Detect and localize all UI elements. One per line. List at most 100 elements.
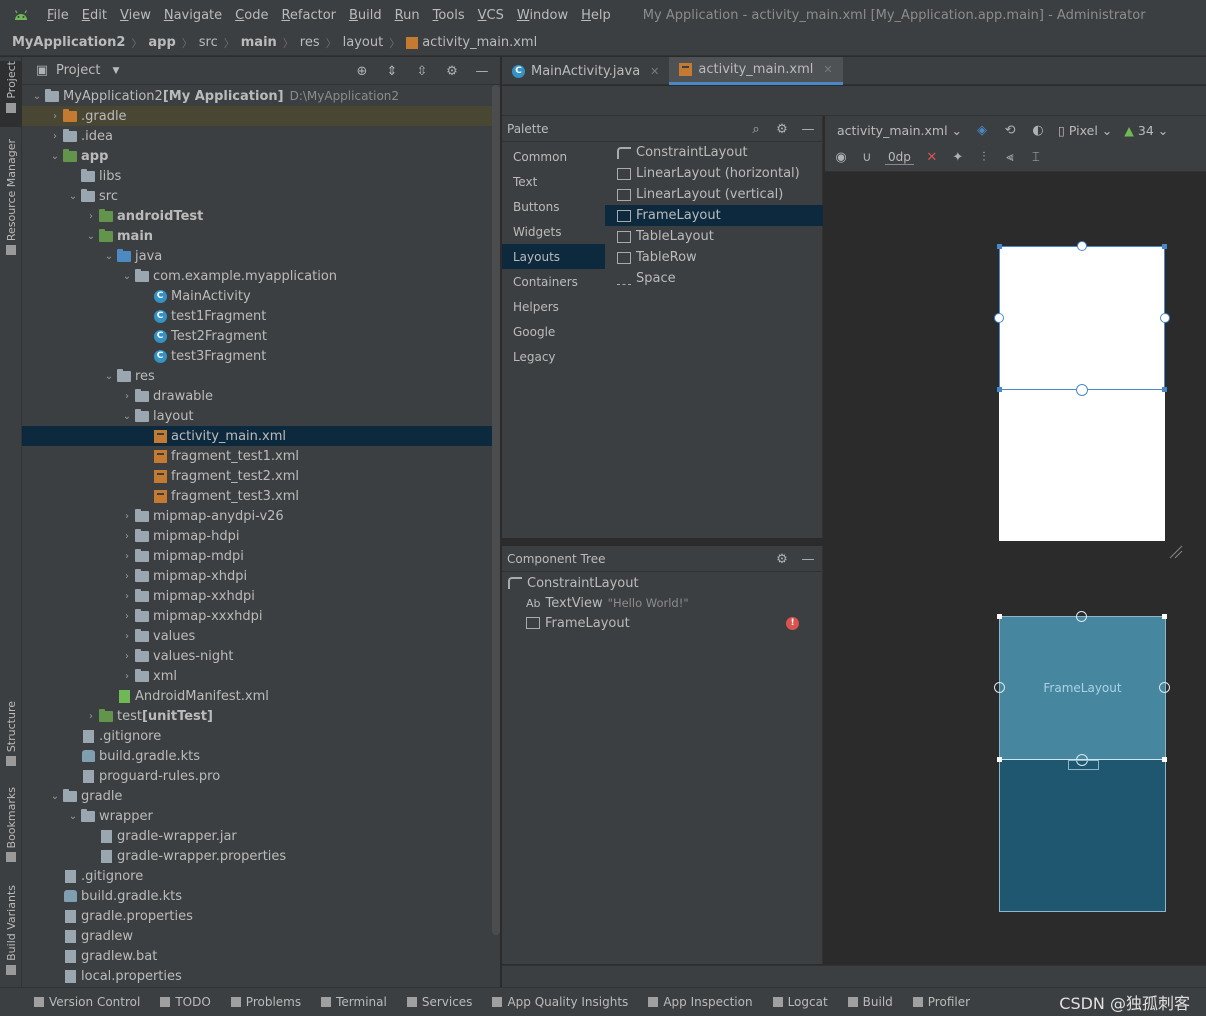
gear-icon[interactable]: ⚙ (444, 63, 460, 79)
tree-item[interactable]: ⌄ layout (22, 406, 492, 426)
tree-item[interactable]: ⌄ src (22, 186, 492, 206)
tree-item[interactable]: Ctest3Fragment (22, 346, 492, 366)
close-icon[interactable]: ✕ (823, 63, 832, 76)
tool-window-services[interactable]: Services (406, 995, 472, 1009)
blueprint-handle-right[interactable] (1159, 682, 1170, 693)
tree-item[interactable]: › mipmap-anydpi-v26 (22, 506, 492, 526)
tree-item[interactable]: › values-night (22, 646, 492, 666)
menu-item[interactable]: Window (510, 8, 574, 23)
editor-tab[interactable]: C MainActivity.java ✕ (502, 57, 669, 85)
guidelines-icon[interactable]: ⌶ (1028, 150, 1044, 166)
clear-constraints-icon[interactable]: ✕ (924, 150, 940, 166)
palette-category[interactable]: Helpers (502, 294, 605, 319)
tree-item[interactable]: gradle.properties (22, 906, 492, 926)
chevron-down-icon[interactable]: ⌄ (120, 411, 134, 422)
build-variants-tool-tab[interactable]: Build Variants (0, 885, 22, 977)
constraint-handle-right[interactable] (1160, 313, 1170, 323)
palette-category[interactable]: Legacy (502, 344, 605, 369)
palette-category[interactable]: Containers (502, 269, 605, 294)
error-icon[interactable]: ! (786, 616, 799, 630)
tree-item[interactable]: ⌄ app (22, 146, 492, 166)
tree-item[interactable]: › mipmap-xxxhdpi (22, 606, 492, 626)
chevron-right-icon[interactable]: › (120, 591, 134, 602)
tree-item[interactable]: libs (22, 166, 492, 186)
tree-item[interactable]: fragment_test3.xml (22, 486, 492, 506)
gear-icon[interactable]: ⚙ (774, 121, 790, 137)
palette-category[interactable]: Widgets (502, 219, 605, 244)
editor-tab[interactable]: activity_main.xml ✕ (669, 57, 843, 85)
tree-item[interactable]: gradle-wrapper.properties (22, 846, 492, 866)
search-icon[interactable]: ⌕ (748, 121, 764, 137)
resize-handle[interactable] (1162, 244, 1167, 249)
tree-item[interactable]: ⌄ java (22, 246, 492, 266)
tree-item[interactable]: fragment_test1.xml (22, 446, 492, 466)
menu-item[interactable]: Code (228, 8, 274, 23)
project-scrollbar[interactable] (492, 85, 500, 935)
palette-widget[interactable]: FrameLayout (605, 205, 823, 226)
constraint-handle-bottom[interactable] (1076, 384, 1088, 396)
menu-item[interactable]: Run (388, 8, 426, 23)
project-tool-tab[interactable]: Project (0, 61, 22, 127)
palette-category[interactable]: Google (502, 319, 605, 344)
close-icon[interactable]: ✕ (650, 65, 659, 78)
menu-item[interactable]: Tools (426, 8, 471, 23)
tree-item[interactable]: .gitignore (22, 866, 492, 886)
resize-handle[interactable] (1162, 757, 1167, 762)
palette-widget[interactable]: LinearLayout (horizontal) (605, 163, 823, 184)
component-tree-item[interactable]: FrameLayout! (502, 613, 823, 633)
blueprint-handle-left[interactable] (994, 682, 1005, 693)
magnet-icon[interactable]: ∪ (859, 150, 875, 166)
resize-handle[interactable] (1162, 387, 1167, 392)
blueprint-handle-top[interactable] (1076, 611, 1087, 622)
chevron-right-icon[interactable]: › (120, 531, 134, 542)
hide-icon[interactable]: — (800, 551, 816, 567)
constraint-handle-top[interactable] (1077, 241, 1087, 251)
menu-item[interactable]: File (40, 8, 75, 23)
breadcrumb-item[interactable]: res (300, 35, 320, 50)
chevron-down-icon[interactable]: ⌄ (66, 811, 80, 822)
tree-item[interactable]: › androidTest (22, 206, 492, 226)
tree-item[interactable]: build.gradle.kts (22, 886, 492, 906)
menu-item[interactable]: Help (574, 8, 617, 23)
palette-widget[interactable]: TableLayout (605, 226, 823, 247)
tree-item[interactable]: ⌄ main (22, 226, 492, 246)
chevron-down-icon[interactable]: ⌄ (120, 271, 134, 282)
palette-widget[interactable]: ConstraintLayout (605, 142, 823, 163)
tree-item[interactable]: AndroidManifest.xml (22, 686, 492, 706)
chevron-right-icon[interactable]: › (120, 511, 134, 522)
tree-item[interactable]: › values (22, 626, 492, 646)
tree-item[interactable]: ⌄ com.example.myapplication (22, 266, 492, 286)
component-tree-item[interactable]: Ab TextView "Hello World!" (502, 593, 823, 613)
tool-window-version-control[interactable]: Version Control (34, 995, 140, 1009)
chevron-down-icon[interactable]: ⌄ (102, 371, 116, 382)
chevron-right-icon[interactable]: › (120, 671, 134, 682)
blueprint-textview[interactable] (1068, 760, 1099, 770)
tree-item[interactable]: Ctest1Fragment (22, 306, 492, 326)
tree-item[interactable]: gradlew (22, 926, 492, 946)
design-surface[interactable]: FrameLayout (825, 173, 1206, 965)
tree-item[interactable]: › .gradle (22, 106, 492, 126)
tree-item[interactable]: › xml (22, 666, 492, 686)
chevron-right-icon[interactable]: › (120, 651, 134, 662)
palette-widget[interactable]: LinearLayout (vertical) (605, 184, 823, 205)
tree-item[interactable]: C Test2Fragment (22, 326, 492, 346)
expand-all-icon[interactable]: ⇕ (384, 63, 400, 79)
tree-item[interactable]: gradle-wrapper.jar (22, 826, 492, 846)
tool-window-logcat[interactable]: Logcat (772, 995, 828, 1009)
palette-category[interactable]: Buttons (502, 194, 605, 219)
api-selector[interactable]: ▲ 34 ⌄ (1124, 123, 1168, 138)
resize-handle[interactable] (997, 387, 1002, 392)
palette-widget[interactable]: TableRow (605, 247, 823, 268)
tree-item[interactable]: .gitignore (22, 726, 492, 746)
breadcrumb-item[interactable]: MyApplication2 (12, 35, 125, 50)
tree-item[interactable]: › mipmap-xxhdpi (22, 586, 492, 606)
tree-item[interactable]: local.properties (22, 966, 492, 986)
orientation-icon[interactable]: ⟲ (1002, 122, 1018, 138)
chevron-right-icon[interactable]: › (120, 391, 134, 402)
chevron-right-icon[interactable]: › (120, 631, 134, 642)
chevron-right-icon[interactable]: › (48, 131, 62, 142)
project-view-selector[interactable]: Project (56, 63, 100, 78)
tool-window-app-inspection[interactable]: App Inspection (648, 995, 753, 1009)
palette-widget[interactable]: Space (605, 268, 823, 289)
tool-window-terminal[interactable]: Terminal (321, 995, 387, 1009)
